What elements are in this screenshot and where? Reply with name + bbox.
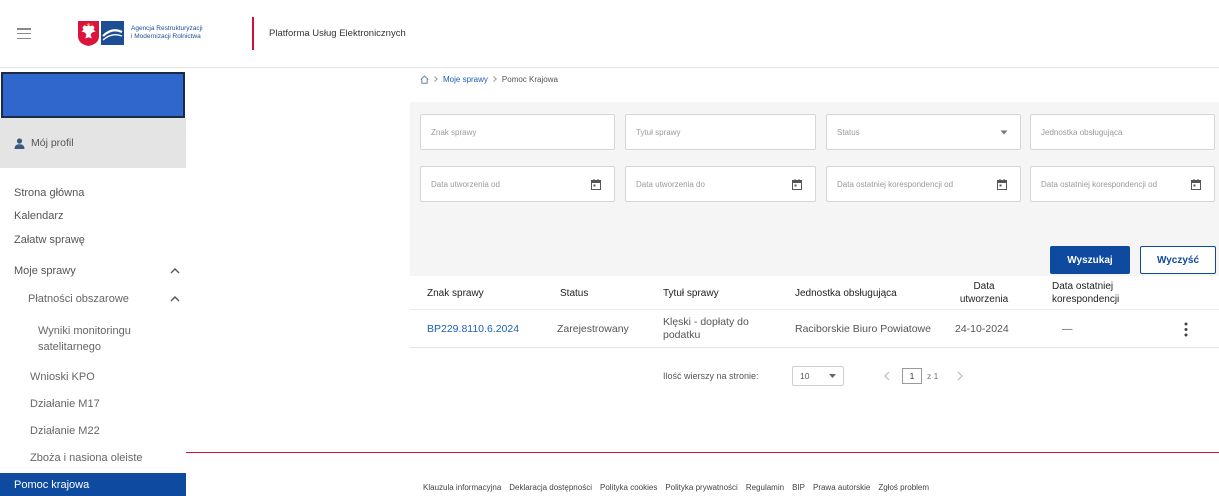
footer-link-information-clause[interactable]: Klauzula informacyjna bbox=[423, 483, 501, 495]
breadcrumb-link-my-cases[interactable]: Moje sprawy bbox=[443, 75, 488, 84]
column-header-status[interactable]: Status bbox=[560, 276, 588, 310]
profile-label: Mój profil bbox=[31, 137, 74, 149]
hamburger-menu-icon[interactable] bbox=[17, 28, 31, 39]
agency-name-line2: i Modernizacji Rolnictwa bbox=[131, 33, 201, 40]
chevron-left-icon[interactable] bbox=[884, 371, 890, 381]
calendar-icon[interactable] bbox=[591, 178, 601, 190]
page-total: z 1 bbox=[927, 371, 939, 381]
chevron-right-icon[interactable] bbox=[957, 371, 963, 381]
cell-created-date: 24-10-2024 bbox=[955, 322, 1009, 335]
created-from-field[interactable] bbox=[420, 166, 615, 202]
sidebar-item-measure-m17[interactable]: Działanie M17 bbox=[30, 397, 100, 411]
search-button[interactable]: Wyszukaj bbox=[1050, 246, 1130, 274]
chevron-up-icon[interactable] bbox=[170, 268, 180, 274]
last-correspondence-to-input[interactable] bbox=[1031, 167, 1191, 201]
chevron-down-icon bbox=[829, 374, 836, 378]
created-to-input[interactable] bbox=[626, 167, 792, 201]
chevron-up-icon[interactable] bbox=[170, 296, 180, 302]
agency-logo[interactable]: Agencja Restrukturyzacji i Modernizacji … bbox=[78, 20, 203, 46]
sidebar-item-label: Pomoc krajowa bbox=[14, 478, 90, 491]
current-page-box[interactable]: 1 bbox=[902, 368, 922, 384]
clear-button[interactable]: Wyczyść bbox=[1140, 246, 1216, 274]
cell-status: Zarejestrowany bbox=[557, 322, 629, 335]
case-title-field[interactable] bbox=[625, 114, 816, 150]
main-content: Moje sprawy Pomoc Krajowa Status bbox=[186, 68, 1219, 496]
case-title-input[interactable] bbox=[626, 115, 815, 149]
sidebar-item-home[interactable]: Strona główna bbox=[14, 186, 84, 200]
status-select[interactable]: Status bbox=[826, 114, 1021, 150]
footer-link-terms[interactable]: Regulamin bbox=[746, 483, 784, 495]
breadcrumb: Moje sprawy Pomoc Krajowa bbox=[420, 73, 558, 85]
column-header-case-number[interactable]: Znak sprawy bbox=[427, 276, 484, 310]
footer-link-copyright[interactable]: Prawa autorskie bbox=[813, 483, 870, 495]
footer-link-cookies[interactable]: Polityka cookies bbox=[600, 483, 657, 495]
sidebar-item-national-aid[interactable]: Pomoc krajowa bbox=[0, 473, 186, 496]
sidebar-item-cereals-oilseeds[interactable]: Zboża i nasiona oleiste bbox=[30, 451, 143, 465]
sidebar-item-my-cases[interactable]: Moje sprawy bbox=[14, 264, 76, 278]
cell-case-title: Klęski - dopłaty do podatku bbox=[663, 316, 749, 341]
footer-link-bip[interactable]: BIP bbox=[792, 483, 805, 495]
column-header-handling-unit[interactable]: Jednostka obsługująca bbox=[795, 276, 897, 310]
created-from-input[interactable] bbox=[421, 167, 591, 201]
created-to-field[interactable] bbox=[625, 166, 816, 202]
table-header-row: Znak sprawy Status Tytuł sprawy Jednostk… bbox=[410, 276, 1219, 310]
footer-link-report-problem[interactable]: Zgłoś problem bbox=[878, 483, 929, 495]
sidebar-item-calendar[interactable]: Kalendarz bbox=[14, 209, 64, 223]
table-row[interactable]: BP229.8110.6.2024 Zarejestrowany Klęski … bbox=[410, 310, 1219, 348]
sidebar-banner bbox=[1, 72, 185, 118]
pagination: Ilość wierszy na stronie: 10 1 z 1 bbox=[410, 366, 1219, 386]
column-header-last-correspondence[interactable]: Data ostatniej korespondencji bbox=[1052, 276, 1140, 310]
platform-title: Platforma Usług Elektronicznych bbox=[269, 28, 406, 39]
case-number-field[interactable] bbox=[420, 114, 615, 150]
column-header-created-date[interactable]: Data utworzenia bbox=[956, 276, 1012, 310]
last-correspondence-from-field[interactable] bbox=[826, 166, 1021, 202]
cell-last-correspondence: — bbox=[1062, 322, 1073, 335]
chevron-right-icon bbox=[493, 76, 497, 82]
sidebar-item-measure-m22[interactable]: Działanie M22 bbox=[30, 424, 100, 438]
rows-per-page-select[interactable]: 10 bbox=[792, 366, 844, 386]
sidebar: Mój profil Strona główna Kalendarz Załat… bbox=[0, 68, 186, 496]
cell-case-number-link[interactable]: BP229.8110.6.2024 bbox=[427, 310, 519, 348]
case-number-input[interactable] bbox=[421, 115, 614, 149]
footer-links: Klauzula informacyjna Deklaracja dostępn… bbox=[423, 483, 929, 495]
home-icon[interactable] bbox=[420, 74, 429, 84]
chevron-right-icon bbox=[434, 76, 438, 82]
rows-per-page-label: Ilość wierszy na stronie: bbox=[663, 371, 759, 381]
sidebar-item-kpo-applications[interactable]: Wnioski KPO bbox=[30, 370, 95, 384]
sidebar-item-handle-case[interactable]: Załatw sprawę bbox=[14, 233, 85, 247]
last-correspondence-from-input[interactable] bbox=[827, 167, 997, 201]
agency-name: Agencja Restrukturyzacji i Modernizacji … bbox=[131, 25, 203, 41]
polish-emblem-icon bbox=[78, 20, 99, 46]
handling-unit-input[interactable] bbox=[1031, 115, 1214, 149]
calendar-icon[interactable] bbox=[997, 178, 1007, 190]
footer-link-accessibility[interactable]: Deklaracja dostępności bbox=[509, 483, 592, 495]
agency-name-line1: Agencja Restrukturyzacji bbox=[131, 25, 203, 32]
arimr-logo-icon bbox=[101, 21, 124, 45]
top-header: Agencja Restrukturyzacji i Modernizacji … bbox=[0, 0, 1219, 68]
footer-divider bbox=[186, 452, 1219, 453]
kebab-menu-icon[interactable] bbox=[1181, 322, 1191, 337]
cell-handling-unit: Raciborskie Biuro Powiatowe bbox=[795, 322, 931, 335]
header-divider bbox=[252, 17, 254, 50]
column-header-case-title[interactable]: Tytuł sprawy bbox=[663, 276, 719, 310]
breadcrumb-current: Pomoc Krajowa bbox=[501, 74, 558, 84]
status-select-placeholder: Status bbox=[837, 127, 860, 137]
footer-link-privacy[interactable]: Polityka prywatności bbox=[665, 483, 737, 495]
sidebar-profile-link[interactable]: Mój profil bbox=[0, 118, 186, 168]
handling-unit-field[interactable] bbox=[1030, 114, 1215, 150]
calendar-icon[interactable] bbox=[1191, 178, 1201, 190]
calendar-icon[interactable] bbox=[792, 178, 802, 190]
last-correspondence-to-field[interactable] bbox=[1030, 166, 1215, 202]
sidebar-item-area-payments[interactable]: Płatności obszarowe bbox=[28, 292, 129, 306]
rows-per-page-value: 10 bbox=[800, 371, 810, 381]
user-icon bbox=[14, 137, 25, 149]
chevron-down-icon bbox=[1000, 130, 1008, 135]
sidebar-item-satellite-monitoring[interactable]: Wyniki monitoringu satelitarnego bbox=[38, 323, 168, 355]
